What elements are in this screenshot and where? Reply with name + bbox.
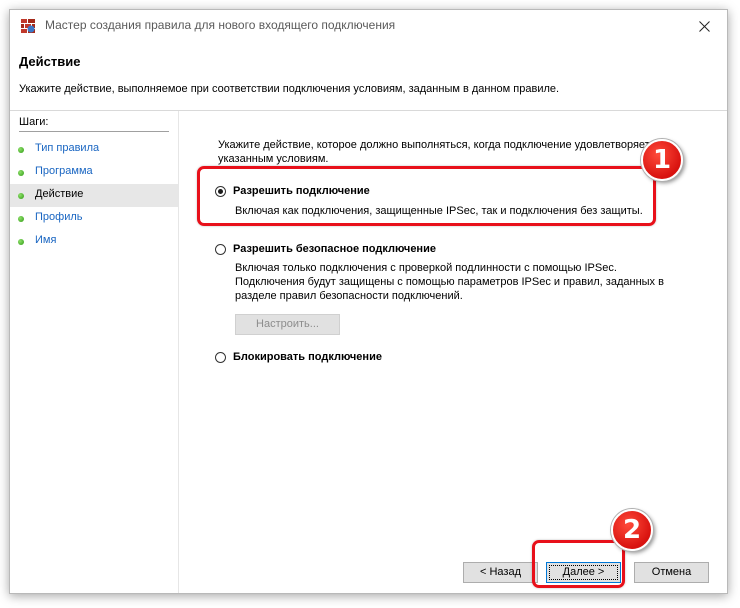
- back-button[interactable]: < Назад: [463, 562, 538, 583]
- page-header: Действие Укажите действие, выполняемое п…: [10, 42, 727, 111]
- step-label: Программа: [35, 165, 93, 177]
- step-status-dot-icon: [18, 170, 24, 176]
- steps-title: Шаги:: [19, 116, 49, 128]
- step-profile[interactable]: Профиль: [10, 207, 178, 230]
- step-label: Тип правила: [35, 142, 100, 154]
- cancel-button[interactable]: Отмена: [634, 562, 709, 583]
- step-status-dot-icon: [18, 239, 24, 245]
- step-label: Имя: [35, 234, 57, 246]
- radio-button[interactable]: [215, 243, 226, 255]
- radio-button[interactable]: [215, 351, 226, 363]
- customize-button[interactable]: Настроить...: [235, 314, 340, 335]
- highlight-allow-option: [197, 166, 656, 226]
- radio-allow-secure-connection[interactable]: Разрешить безопасное подключение: [215, 243, 436, 255]
- option-description: Включая только подключения с проверкой п…: [235, 262, 664, 302]
- firewall-app-icon: [21, 19, 35, 33]
- step-rule-type[interactable]: Тип правила: [10, 138, 178, 161]
- step-action[interactable]: Действие: [10, 184, 178, 207]
- steps-sidebar: Шаги: Тип правила Программа Действие Про…: [10, 111, 178, 593]
- radio-label: Блокировать подключение: [233, 351, 382, 363]
- close-button[interactable]: [681, 10, 727, 42]
- step-status-dot-icon: [18, 216, 24, 222]
- title-bar: Мастер создания правила для нового входя…: [10, 10, 727, 42]
- step-badge-2: 2: [611, 509, 653, 551]
- step-program[interactable]: Программа: [10, 161, 178, 184]
- page-subtitle: Укажите действие, выполняемое при соотве…: [19, 83, 560, 95]
- highlight-next-button: [532, 540, 625, 588]
- page-title: Действие: [19, 54, 81, 69]
- radio-block-connection[interactable]: Блокировать подключение: [215, 351, 382, 363]
- steps-list: Тип правила Программа Действие Профиль И…: [10, 138, 178, 253]
- radio-label: Разрешить безопасное подключение: [233, 243, 436, 255]
- step-label: Действие: [35, 188, 84, 200]
- close-icon: [698, 20, 710, 32]
- step-label: Профиль: [35, 211, 83, 223]
- action-intro-text: Укажите действие, которое должно выполня…: [218, 139, 650, 165]
- steps-title-divider: [19, 131, 169, 132]
- window-title: Мастер создания правила для нового входя…: [45, 18, 396, 32]
- step-status-dot-icon: [18, 147, 24, 153]
- step-name[interactable]: Имя: [10, 230, 178, 253]
- step-badge-1: 1: [641, 139, 683, 181]
- wizard-window: Мастер создания правила для нового входя…: [9, 9, 728, 594]
- step-status-dot-icon: [18, 193, 24, 199]
